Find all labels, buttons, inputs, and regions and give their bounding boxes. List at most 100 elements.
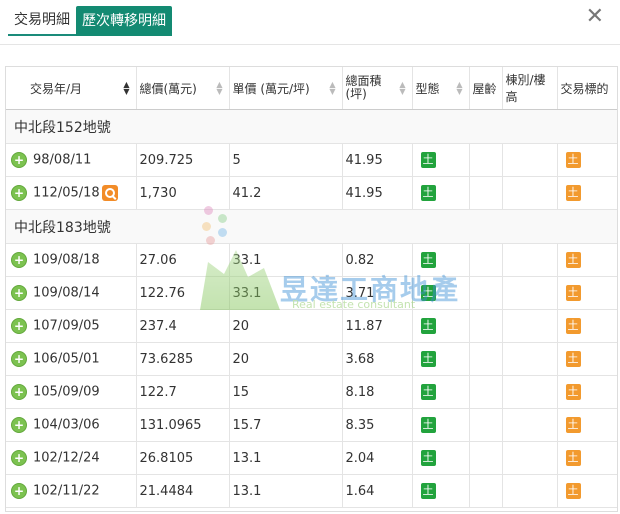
land-target-badge: 土 [565,351,581,367]
expand-plus-icon[interactable]: + [11,450,27,466]
sort-icon[interactable]: ▲ ▼ [123,81,129,96]
land-type-badge: 土 [420,483,436,499]
age-cell [469,276,503,310]
area-cell: 2.04 [342,441,413,475]
age-cell [469,309,503,343]
total-price-cell: 1,730 [136,176,230,210]
area-cell: 41.95 [342,176,413,210]
total-price-cell: 26.8105 [136,441,230,475]
expand-plus-icon[interactable]: + [11,185,27,201]
target-cell: 土 [557,375,617,409]
table-row: +102/11/22 21.4484 13.1 1.64 土土 [6,474,617,508]
sort-icon[interactable]: ▲ ▼ [329,81,335,96]
type-cell: 土 [412,176,470,210]
date-cell: +102/12/24 [6,441,137,475]
total-price-cell: 237.4 [136,309,230,343]
expand-plus-icon[interactable]: + [11,285,27,301]
expand-plus-icon[interactable]: + [11,318,27,334]
floor-cell [502,474,558,508]
unit-price-cell: 15.7 [229,408,343,442]
col-header-target[interactable]: 交易標的 [557,67,617,110]
date-cell: +109/08/14 [6,276,137,310]
col-header-floor[interactable]: 棟別/樓高 [502,67,558,110]
col-header-type[interactable]: 型態 ▲ ▼ [412,67,470,110]
col-header-total[interactable]: 總價(萬元) ▲ ▼ [136,67,230,110]
total-price-cell: 27.06 [136,243,230,277]
age-cell [469,243,503,277]
age-cell [469,408,503,442]
expand-plus-icon[interactable]: + [11,483,27,499]
expand-plus-icon[interactable]: + [11,417,27,433]
date-value: 105/09/09 [33,384,100,400]
floor-cell [502,309,558,343]
table-body: 中北段152地號 +98/08/11 209.725 5 41.95 土土 +112/05/… [6,109,617,508]
type-cell: 土 [412,243,470,277]
floor-cell [502,375,558,409]
table-row: +112/05/18 1,730 41.2 41.95 土土 [6,176,617,210]
close-icon[interactable]: ✕ [586,6,604,28]
land-type-badge: 土 [420,285,436,301]
expand-plus-icon[interactable]: + [11,252,27,268]
expand-plus-icon[interactable]: + [11,351,27,367]
total-price-cell: 122.76 [136,276,230,310]
col-header-unit[interactable]: 單價 (萬元/坪) ▲ ▼ [229,67,343,110]
sort-icon[interactable]: ▲ ▼ [456,81,462,96]
area-cell: 3.68 [342,342,413,376]
type-cell: 土 [412,276,470,310]
unit-price-cell: 13.1 [229,474,343,508]
col-header-area[interactable]: 總面積 (坪) ▲ ▼ [342,67,413,110]
floor-cell [502,441,558,475]
age-cell [469,342,503,376]
header-divider [0,44,620,45]
tab-transaction-detail[interactable]: 交易明細 [8,6,76,36]
search-detail-icon[interactable] [101,185,118,201]
transfer-table-container: 交易年/月 ▲ ▼ 總價(萬元) ▲ ▼ 單價 (萬元/坪) ▲ ▼ 總面積 (坪) ▲ ▼ 型… [5,66,618,512]
col-header-age[interactable]: 屋齡 [469,67,503,110]
expand-plus-icon[interactable]: + [11,384,27,400]
land-target-badge: 土 [565,384,581,400]
land-target-badge: 土 [565,252,581,268]
area-cell: 41.95 [342,143,413,177]
floor-cell [502,342,558,376]
floor-cell [502,143,558,177]
land-target-badge: 土 [565,483,581,499]
sort-icon[interactable]: ▲ ▼ [216,81,222,96]
table-row: +104/03/06 131.0965 15.7 8.35 土土 [6,408,617,442]
land-target-badge: 土 [565,152,581,168]
floor-cell [502,176,558,210]
land-target-badge: 土 [565,318,581,334]
type-cell: 土 [412,375,470,409]
expand-plus-icon[interactable]: + [11,152,27,168]
col-header-date[interactable]: 交易年/月 ▲ ▼ [6,67,137,110]
table-row: +107/09/05 237.4 20 11.87 土土 [6,309,617,343]
table-row: +98/08/11 209.725 5 41.95 土土 [6,143,617,177]
date-value: 102/12/24 [33,450,100,466]
floor-cell [502,408,558,442]
area-cell: 8.18 [342,375,413,409]
date-cell: +102/11/22 [6,474,137,508]
age-cell [469,176,503,210]
land-target-badge: 土 [565,285,581,301]
tab-transfer-history[interactable]: 歷次轉移明細 [76,6,172,36]
date-value: 102/11/22 [33,483,100,499]
total-price-cell: 122.7 [136,375,230,409]
unit-price-cell: 41.2 [229,176,343,210]
date-cell: +104/03/06 [6,408,137,442]
date-cell: +106/05/01 [6,342,137,376]
unit-price-cell: 5 [229,143,343,177]
transfer-table: 交易年/月 ▲ ▼ 總價(萬元) ▲ ▼ 單價 (萬元/坪) ▲ ▼ 總面積 (坪) ▲ ▼ 型… [6,67,617,508]
target-cell: 土 [557,474,617,508]
date-cell: +107/09/05 [6,309,137,343]
date-cell: +98/08/11 [6,143,137,177]
date-value: 109/08/18 [33,252,100,268]
table-row: +109/08/18 27.06 33.1 0.82 土土 [6,243,617,277]
land-type-badge: 土 [420,318,436,334]
land-target-badge: 土 [565,417,581,433]
area-cell: 11.87 [342,309,413,343]
date-cell: +109/08/18 [6,243,137,277]
total-price-cell: 21.4484 [136,474,230,508]
sort-icon[interactable]: ▲ ▼ [399,81,405,96]
land-type-badge: 土 [420,450,436,466]
area-cell: 1.64 [342,474,413,508]
area-cell: 3.71 [342,276,413,310]
